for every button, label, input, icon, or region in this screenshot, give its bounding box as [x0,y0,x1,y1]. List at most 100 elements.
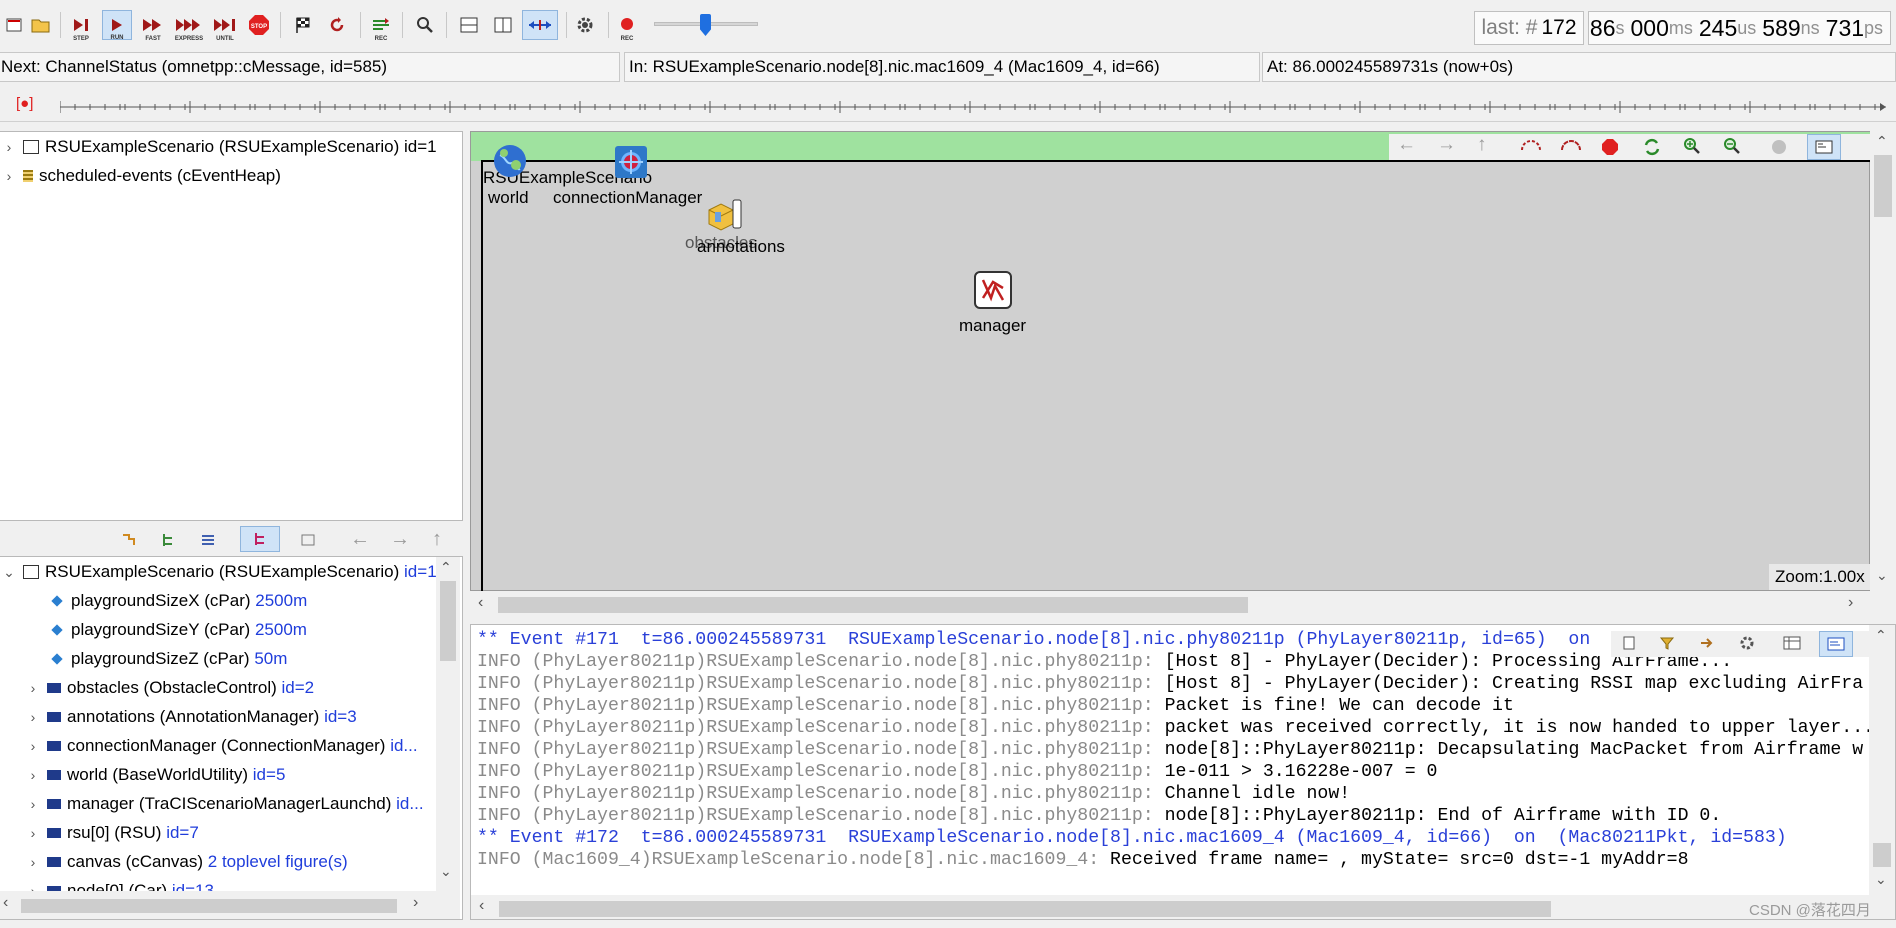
scroll-left-icon[interactable]: ‹ [3,894,8,912]
canvas-vscroll[interactable]: ⌃ ⌄ [1870,131,1896,591]
layout-swap-icon[interactable] [522,10,558,40]
network-view-icon[interactable] [1807,134,1841,160]
open-icon[interactable] [26,10,56,40]
submodule-label: connectionManager (ConnectionManager) [67,736,391,755]
settings-icon[interactable] [1739,635,1755,656]
record-video-button[interactable]: REC [612,10,642,42]
scroll-right-icon[interactable]: › [413,894,418,912]
refresh-icon[interactable] [1643,138,1661,161]
obstacles-annotations-icon[interactable] [705,194,745,234]
express-button[interactable]: EXPRESS [174,10,204,42]
canvas-hscroll[interactable]: ‹ › [470,591,1896,619]
scroll-thumb[interactable] [440,581,456,661]
chevron-right-icon[interactable]: › [23,848,43,877]
animate-slower-icon[interactable] [1519,138,1543,159]
scroll-down-icon[interactable]: ⌄ [440,863,452,880]
inspector-vscroll[interactable]: ⌃ ⌄ [436,557,460,891]
stop-button[interactable]: STOP [244,10,274,40]
submodule-item[interactable]: › annotations (AnnotationManager) id=3 [23,702,357,731]
submodule-item[interactable]: › world (BaseWorldUtility) id=5 [23,760,286,790]
speed-slider-handle[interactable] [700,14,711,36]
layout-vertical-icon[interactable] [488,10,518,40]
fast-button[interactable]: FAST [138,10,168,42]
group-icon[interactable] [300,532,316,553]
scroll-left-icon[interactable]: ‹ [479,897,484,915]
back-arrow-icon[interactable]: ← [1397,134,1416,156]
scroll-thumb[interactable] [1874,155,1892,217]
messages-view-icon[interactable] [1783,635,1801,656]
back-arrow-icon[interactable]: ← [350,528,370,551]
hscroll-thumb[interactable] [499,901,1551,917]
forward-arrow-icon[interactable]: → [390,528,410,551]
param-item[interactable]: playgroundSizeX (cPar) 2500m [47,586,307,615]
log-view-icon[interactable] [1819,631,1853,657]
scroll-up-icon[interactable]: ⌃ [440,559,452,576]
up-arrow-icon[interactable]: ↑ [1477,134,1487,156]
log-vscroll[interactable]: ⌃ ⌄ [1869,625,1895,895]
param-item[interactable]: playgroundSizeZ (cPar) 50m [47,644,287,673]
tree-item-network[interactable]: › RSUExampleScenario (RSUExampleScenario)… [0,132,437,161]
inspector-root[interactable]: ⌄ RSUExampleScenario (RSUExampleScenario)… [0,557,437,586]
scroll-down-icon[interactable]: ⌄ [1876,567,1888,584]
submodule-item[interactable]: › obstacles (ObstacleControl) id=2 [23,673,314,702]
hscroll-thumb[interactable] [21,899,397,913]
flat-view-icon[interactable] [200,532,216,553]
event-timeline[interactable]: [●] [0,88,1896,122]
animate-faster-icon[interactable] [1559,138,1583,159]
tree-item-scheduled-events[interactable]: › scheduled-events (cEventHeap) [0,161,281,190]
stop-icon[interactable] [1601,138,1619,161]
chevron-right-icon[interactable]: › [23,732,43,761]
scroll-up-icon[interactable]: ⌃ [1875,627,1887,644]
scroll-left-icon[interactable]: ‹ [478,594,483,612]
copy-icon[interactable] [1621,635,1637,656]
parent-icon[interactable] [120,532,136,553]
zoom-in-icon[interactable] [1683,137,1701,160]
param-item[interactable]: playgroundSizeY (cPar) 2500m [47,615,307,644]
scroll-right-icon[interactable]: › [1848,594,1853,612]
scroll-down-icon[interactable]: ⌄ [1875,871,1887,888]
submodule-item[interactable]: › manager (TraCIScenarioManagerLaunchd) i… [23,789,424,818]
children-icon[interactable] [160,532,176,553]
event-log-panel[interactable]: ** Event #171 t=86.000245589731 RSUExamp… [470,624,1896,920]
chevron-right-icon[interactable]: › [0,162,19,191]
manager-module-label: manager [959,316,1027,335]
manager-module-icon[interactable] [973,270,1013,310]
chevron-right-icon[interactable]: › [23,703,43,732]
scroll-up-icon[interactable]: ⌃ [1876,133,1888,150]
simulation-time-display: 86 s 000 ms 245 us 589 ns 731 ps [1588,11,1891,45]
hscroll-thumb[interactable] [498,597,1248,613]
world-module-icon[interactable] [492,143,528,179]
filter-icon[interactable] [1659,635,1675,656]
layout-options-icon[interactable] [1771,139,1787,160]
record-event-log-button[interactable]: REC [366,10,396,42]
chevron-right-icon[interactable]: › [23,674,43,703]
chevron-right-icon[interactable]: › [23,761,43,790]
goto-icon[interactable] [1699,635,1715,656]
layout-horizontal-icon[interactable] [454,10,484,40]
submodule-item[interactable]: › connectionManager (ConnectionManager) i… [23,731,418,760]
speed-slider[interactable] [654,14,758,36]
world-module-label: world [488,188,529,207]
submodule-item[interactable]: › rsu[0] (RSU) id=7 [23,818,199,847]
chevron-right-icon[interactable]: › [23,819,43,848]
finish-icon[interactable] [288,10,318,40]
inspector-hscroll[interactable]: ‹ › [0,891,460,919]
chevron-right-icon[interactable]: › [23,790,43,819]
chevron-right-icon[interactable]: › [0,133,19,162]
log-hscroll[interactable]: ‹ [471,895,1895,919]
connection-manager-icon[interactable] [611,142,651,182]
tree-view-icon[interactable] [240,526,280,552]
rebuild-icon[interactable] [322,10,352,40]
network-canvas[interactable]: ← → ↑ RSUExampleScenario world connectio… [470,131,1873,600]
until-button[interactable]: UNTIL [210,10,240,42]
forward-arrow-icon[interactable]: → [1437,134,1456,156]
scroll-thumb[interactable] [1873,843,1891,867]
find-icon[interactable] [410,10,440,40]
zoom-out-icon[interactable] [1723,137,1741,160]
submodule-item[interactable]: › canvas (cCanvas) 2 toplevel figure(s) [23,847,348,876]
run-button[interactable]: RUN [102,10,132,41]
settings-icon[interactable] [570,10,600,40]
step-button[interactable]: STEP [66,10,96,42]
chevron-down-icon[interactable]: ⌄ [0,558,19,587]
up-arrow-icon[interactable]: ↑ [432,528,442,551]
